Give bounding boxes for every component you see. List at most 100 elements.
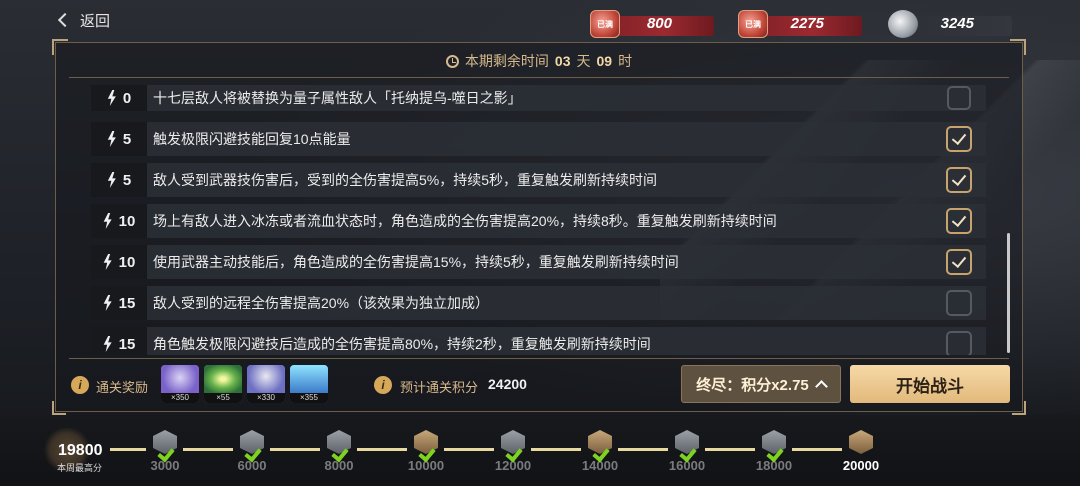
modifier-text: 场上有敌人进入冰冻或者流血状态时，角色造成的全伤害提高20%，持续8秒。重复触发… bbox=[153, 213, 777, 229]
lightning-icon bbox=[103, 254, 113, 270]
info-icon[interactable]: i bbox=[374, 376, 392, 394]
modifier-list[interactable]: 0 十七层敌人将被替换为量子属性敌人「托纳提乌-噬日之影」 5 触发极限闪避技能… bbox=[91, 85, 1001, 355]
checkmark-icon bbox=[591, 446, 607, 462]
currency-red-1: 已满 800 bbox=[590, 10, 714, 38]
lightning-icon bbox=[103, 295, 113, 311]
modifier-checkbox[interactable] bbox=[946, 208, 972, 234]
checkmark-icon bbox=[678, 446, 694, 462]
currency-value: 3245 bbox=[940, 15, 974, 32]
checkmark-icon bbox=[417, 446, 433, 462]
modifier-row[interactable]: 0 十七层敌人将被替换为量子属性敌人「托纳提乌-噬日之影」 bbox=[91, 85, 986, 111]
reward-item[interactable]: ×55 bbox=[204, 365, 242, 403]
progress-segment bbox=[705, 448, 755, 451]
divider bbox=[69, 77, 1009, 78]
reward-item[interactable]: ×350 bbox=[161, 365, 199, 403]
start-battle-button[interactable]: 开始战斗 bbox=[850, 365, 1010, 403]
scrollbar[interactable] bbox=[1007, 233, 1010, 353]
modifier-row[interactable]: 10 使用武器主动技能后，角色造成的全伤害提高15%，持续5秒，重复触发刷新持续… bbox=[91, 245, 986, 279]
modifier-text: 触发极限闪避技能回复10点能量 bbox=[153, 131, 351, 147]
milestone-chest[interactable]: 14000 bbox=[582, 428, 618, 473]
modifier-text: 使用武器主动技能后，角色造成的全伤害提高15%，持续5秒，重复触发刷新持续时间 bbox=[153, 254, 679, 270]
milestone-chest[interactable]: 8000 bbox=[322, 428, 356, 473]
weekly-best-value: 19800 bbox=[58, 442, 103, 459]
progress-segment bbox=[270, 448, 320, 451]
red-gem-icon: 已满 bbox=[738, 10, 768, 38]
modifier-text: 敌人受到的远程全伤害提高20%（该效果为独立加成） bbox=[153, 295, 490, 311]
modifier-text: 十七层敌人将被替换为量子属性敌人「托纳提乌-噬日之影」 bbox=[153, 90, 522, 106]
milestone-chest[interactable]: 16000 bbox=[669, 428, 705, 473]
modifier-checkbox[interactable] bbox=[946, 290, 972, 316]
difficulty-selector[interactable]: 终尽：积分x2.75 bbox=[681, 365, 841, 403]
modifier-row[interactable]: 10 场上有敌人进入冰冻或者流血状态时，角色造成的全伤害提高20%，持续8秒。重… bbox=[91, 204, 986, 238]
progress-segment bbox=[110, 448, 146, 451]
red-ticket-icon: 已满 bbox=[590, 10, 620, 38]
energy-cost: 15 bbox=[91, 327, 147, 355]
currency-red-2: 已满 2275 bbox=[738, 10, 862, 38]
checkmark-icon bbox=[156, 446, 172, 462]
progress-segment bbox=[444, 448, 494, 451]
chevron-left-icon bbox=[57, 12, 73, 28]
material-icon bbox=[204, 365, 242, 393]
milestone-value: 20000 bbox=[842, 458, 880, 473]
energy-cost: 10 bbox=[91, 245, 147, 279]
back-label: 返回 bbox=[80, 12, 111, 30]
period-timer: 本期剩余时间 03 天 09 时 bbox=[56, 51, 1022, 71]
energy-cost: 5 bbox=[91, 163, 147, 197]
modifier-row[interactable]: 5 敌人受到武器技伤害后，受到的全伤害提高5%，持续5秒，重复触发刷新持续时间 bbox=[91, 163, 986, 197]
crystal-icon bbox=[161, 365, 199, 393]
reward-item[interactable]: ×330 bbox=[247, 365, 285, 403]
energy-cost: 0 bbox=[91, 85, 147, 111]
currency-value: 800 bbox=[646, 15, 672, 32]
chevron-token-icon bbox=[290, 365, 328, 393]
lightning-icon bbox=[107, 172, 117, 188]
modifier-row[interactable]: 15 敌人受到的远程全伤害提高20%（该效果为独立加成） bbox=[91, 286, 986, 320]
milestone-chest[interactable]: 20000 bbox=[843, 428, 879, 473]
score-value: 24200 bbox=[488, 376, 527, 392]
milestone-chest[interactable]: 3000 bbox=[148, 428, 182, 473]
progress-segment bbox=[618, 448, 668, 451]
progress-segment bbox=[531, 448, 581, 451]
progress-segment bbox=[792, 448, 842, 451]
milestone-chest[interactable]: 10000 bbox=[408, 428, 444, 473]
lightning-icon bbox=[103, 336, 113, 352]
modifier-checkbox[interactable] bbox=[946, 126, 972, 152]
lightning-icon bbox=[107, 131, 117, 147]
milestone-chest[interactable]: 12000 bbox=[495, 428, 531, 473]
reward-label: 通关奖励 bbox=[96, 380, 149, 395]
score-label: 预计通关积分 bbox=[400, 380, 479, 395]
currency-silver: 3245 bbox=[888, 10, 1012, 38]
energy-cost: 5 bbox=[91, 122, 147, 156]
lightning-icon bbox=[107, 90, 117, 106]
modifier-checkbox[interactable] bbox=[946, 249, 972, 275]
character-token-icon bbox=[247, 365, 285, 393]
modifier-checkbox[interactable] bbox=[946, 167, 972, 193]
energy-cost: 10 bbox=[91, 204, 147, 238]
modifier-checkbox[interactable] bbox=[947, 86, 971, 110]
modifier-row[interactable]: 15 角色触发极限闪避技后造成的全伤害提高80%，持续2秒，重复触发刷新持续时间 bbox=[91, 327, 986, 355]
info-icon[interactable]: i bbox=[71, 376, 89, 394]
modifier-text: 敌人受到武器技伤害后，受到的全伤害提高5%，持续5秒，重复触发刷新持续时间 bbox=[153, 172, 658, 188]
divider bbox=[69, 358, 1009, 359]
reward-item[interactable]: ×355 bbox=[290, 365, 328, 403]
modifier-row[interactable]: 5 触发极限闪避技能回复10点能量 bbox=[91, 122, 986, 156]
chevron-up-icon bbox=[814, 380, 828, 393]
energy-cost: 15 bbox=[91, 286, 147, 320]
silver-badge-icon bbox=[888, 10, 918, 38]
checkmark-icon bbox=[243, 446, 259, 462]
milestone-chest[interactable]: 6000 bbox=[235, 428, 269, 473]
back-button[interactable]: 返回 bbox=[57, 8, 111, 32]
milestone-chest[interactable]: 18000 bbox=[756, 428, 792, 473]
weekly-best-label: 本周最高分 bbox=[57, 463, 103, 473]
checkmark-icon bbox=[330, 446, 346, 462]
challenge-panel: 本期剩余时间 03 天 09 时 0 十七层敌人将被替换为量子属性敌人「托纳提乌… bbox=[52, 39, 1026, 415]
lightning-icon bbox=[103, 213, 113, 229]
progress-segment bbox=[183, 448, 233, 451]
modifier-checkbox[interactable] bbox=[946, 331, 972, 355]
currency-value: 2275 bbox=[790, 15, 824, 32]
checkmark-icon bbox=[504, 446, 520, 462]
modifier-text: 角色触发极限闪避技后造成的全伤害提高80%，持续2秒，重复触发刷新持续时间 bbox=[153, 336, 651, 352]
chest-icon bbox=[849, 430, 873, 454]
clock-icon bbox=[445, 54, 459, 68]
progress-segment bbox=[357, 448, 407, 451]
checkmark-icon bbox=[765, 446, 781, 462]
